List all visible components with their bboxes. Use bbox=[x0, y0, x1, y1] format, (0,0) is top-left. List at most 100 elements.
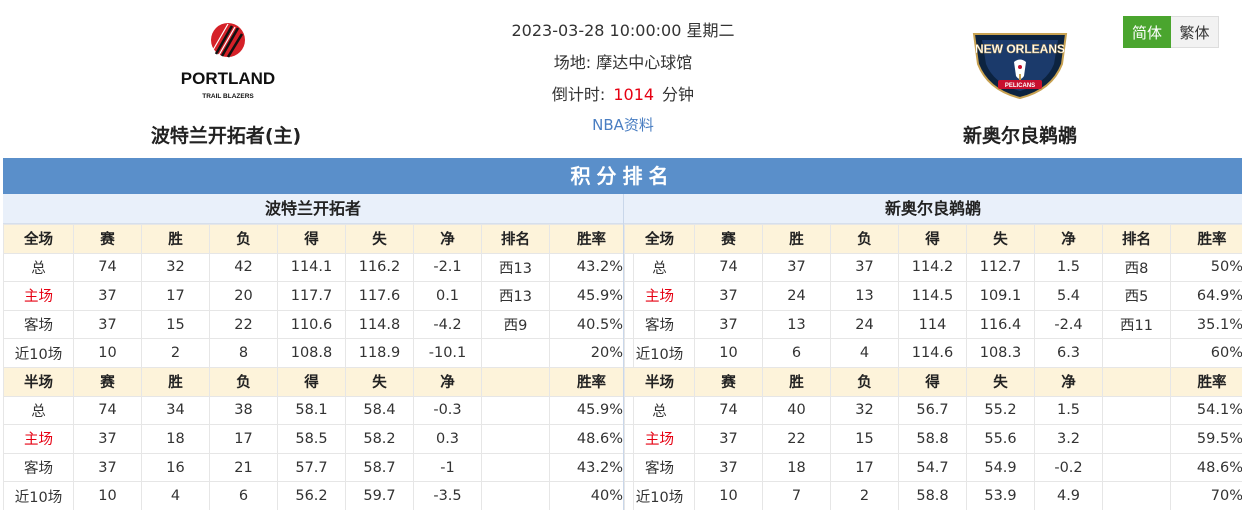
table-cell: 35.1% bbox=[1170, 309, 1242, 340]
simplified-chinese-button[interactable]: 简体 bbox=[1123, 16, 1171, 48]
table-row: 客场 37 15 22 110.6 114.8 -4.2 西9 40.5% bbox=[3, 309, 634, 340]
table-cell: 59.5% bbox=[1170, 424, 1242, 454]
table-cell: 32 bbox=[141, 252, 210, 283]
table-cell: 42 bbox=[209, 252, 278, 283]
table-cell bbox=[481, 452, 550, 483]
countdown-label: 倒计时: bbox=[551, 85, 606, 104]
table-cell: 22 bbox=[209, 309, 278, 340]
column-header: 排名 bbox=[481, 224, 550, 254]
match-header: PORTLAND TRAIL BLAZERS 波特兰开拓者(主) 2023-03… bbox=[0, 0, 1242, 156]
home-standings-team: 波特兰开拓者 bbox=[3, 194, 623, 224]
table-cell: 114.2 bbox=[898, 252, 967, 283]
column-header: 失 bbox=[966, 224, 1035, 254]
table-cell: 6 bbox=[762, 338, 831, 368]
table-cell: 32 bbox=[830, 395, 899, 426]
row-label: 近10场 bbox=[624, 338, 695, 368]
table-cell: 55.2 bbox=[966, 395, 1035, 426]
table-cell: 58.4 bbox=[345, 395, 414, 426]
table-cell: 13 bbox=[762, 309, 831, 340]
table-cell: 34 bbox=[141, 395, 210, 426]
table-cell: 西11 bbox=[1102, 309, 1171, 340]
svg-text:PELICANS: PELICANS bbox=[1005, 83, 1035, 89]
column-header: 净 bbox=[1034, 224, 1103, 254]
column-header: 胜率 bbox=[1170, 224, 1242, 254]
row-label: 客场 bbox=[3, 452, 74, 483]
table-cell: 64.9% bbox=[1170, 281, 1242, 311]
row-label: 客场 bbox=[624, 309, 695, 340]
table-row: 近10场 10 6 4 114.6 108.3 6.3 60% bbox=[624, 338, 1242, 368]
table-row: 主场 37 24 13 114.5 109.1 5.4 西5 64.9% bbox=[624, 281, 1242, 311]
row-label: 主场 bbox=[3, 281, 74, 311]
table-cell: 57.7 bbox=[277, 452, 346, 483]
column-header: 全场 bbox=[624, 224, 695, 254]
table-cell: 6.3 bbox=[1034, 338, 1103, 368]
table-cell: 37 bbox=[73, 281, 142, 311]
table-cell bbox=[481, 338, 550, 368]
table-row: 总 74 32 42 114.1 116.2 -2.1 西13 43.2% bbox=[3, 252, 634, 283]
countdown: 倒计时: 1014 分钟 bbox=[462, 82, 784, 114]
table-cell: 17 bbox=[830, 452, 899, 483]
column-header: 排名 bbox=[1102, 224, 1171, 254]
column-header bbox=[481, 366, 550, 397]
table-cell: 22 bbox=[762, 424, 831, 454]
column-header: 负 bbox=[830, 366, 899, 397]
table-cell: 6 bbox=[209, 481, 278, 510]
table-cell: 24 bbox=[830, 309, 899, 340]
row-label: 客场 bbox=[3, 309, 74, 340]
table-cell: 18 bbox=[762, 452, 831, 483]
table-cell: 40% bbox=[549, 481, 634, 510]
match-venue: 场地: 摩达中心球馆 bbox=[553, 53, 693, 72]
column-header: 胜 bbox=[141, 224, 210, 254]
table-cell: 20% bbox=[549, 338, 634, 368]
table-cell: 4.9 bbox=[1034, 481, 1103, 510]
table-cell: 37 bbox=[694, 309, 763, 340]
traditional-chinese-button[interactable]: 繁体 bbox=[1171, 16, 1219, 48]
table-cell: 24 bbox=[762, 281, 831, 311]
countdown-unit: 分钟 bbox=[662, 85, 695, 104]
table-cell: 114.6 bbox=[898, 338, 967, 368]
table-cell: 西8 bbox=[1102, 252, 1171, 283]
table-cell bbox=[1102, 395, 1171, 426]
table-cell: -0.3 bbox=[413, 395, 482, 426]
table-row: 客场 37 18 17 54.7 54.9 -0.2 48.6% bbox=[624, 452, 1242, 483]
table-cell: 17 bbox=[209, 424, 278, 454]
table-cell: 54.1% bbox=[1170, 395, 1242, 426]
away-standings: 新奥尔良鹈鹕 全场赛胜负得失净排名 胜率总 74 37 37 114.2 112.7 1.5 西… bbox=[623, 194, 1242, 510]
table-cell: 60% bbox=[1170, 338, 1242, 368]
table-cell: 5.4 bbox=[1034, 281, 1103, 311]
table-cell: 10 bbox=[73, 481, 142, 510]
table-row: 近10场 10 7 2 58.8 53.9 4.9 70% bbox=[624, 481, 1242, 510]
table-cell: 109.1 bbox=[966, 281, 1035, 311]
table-cell: 4 bbox=[141, 481, 210, 510]
column-header: 半场 bbox=[3, 366, 74, 397]
column-header: 赛 bbox=[694, 366, 763, 397]
table-cell: 74 bbox=[73, 395, 142, 426]
svg-text:NEW ORLEANS: NEW ORLEANS bbox=[975, 42, 1065, 56]
table-cell: 10 bbox=[694, 338, 763, 368]
nba-info-link[interactable]: NBA资料 bbox=[592, 114, 654, 135]
home-standings: 波特兰开拓者 全场赛胜负得失净排名 胜率总 74 32 42 114.1 116.2 -2.1… bbox=[3, 194, 634, 510]
row-label: 总 bbox=[3, 252, 74, 283]
row-label: 主场 bbox=[624, 424, 695, 454]
table-cell: -0.2 bbox=[1034, 452, 1103, 483]
table-row: 总 74 34 38 58.1 58.4 -0.3 45.9% bbox=[3, 395, 634, 426]
table-row: 总 74 40 32 56.7 55.2 1.5 54.1% bbox=[624, 395, 1242, 426]
column-header: 净 bbox=[413, 224, 482, 254]
table-cell: 116.4 bbox=[966, 309, 1035, 340]
table-cell: 西13 bbox=[481, 281, 550, 311]
trail-blazers-logo-icon: PORTLAND TRAIL BLAZERS bbox=[181, 23, 275, 100]
table-cell: 37 bbox=[830, 252, 899, 283]
row-label: 总 bbox=[624, 395, 695, 426]
table-cell: 58.1 bbox=[277, 395, 346, 426]
match-datetime: 2023-03-28 10:00:00 星期二 bbox=[511, 21, 735, 40]
row-label: 总 bbox=[3, 395, 74, 426]
column-header: 胜 bbox=[762, 366, 831, 397]
table-cell: 108.3 bbox=[966, 338, 1035, 368]
table-cell: 17 bbox=[141, 281, 210, 311]
table-cell: 40.5% bbox=[549, 309, 634, 340]
table-cell: 37 bbox=[694, 452, 763, 483]
column-header: 赛 bbox=[73, 366, 142, 397]
table-cell: 58.8 bbox=[898, 424, 967, 454]
column-header: 得 bbox=[898, 366, 967, 397]
table-cell: -10.1 bbox=[413, 338, 482, 368]
